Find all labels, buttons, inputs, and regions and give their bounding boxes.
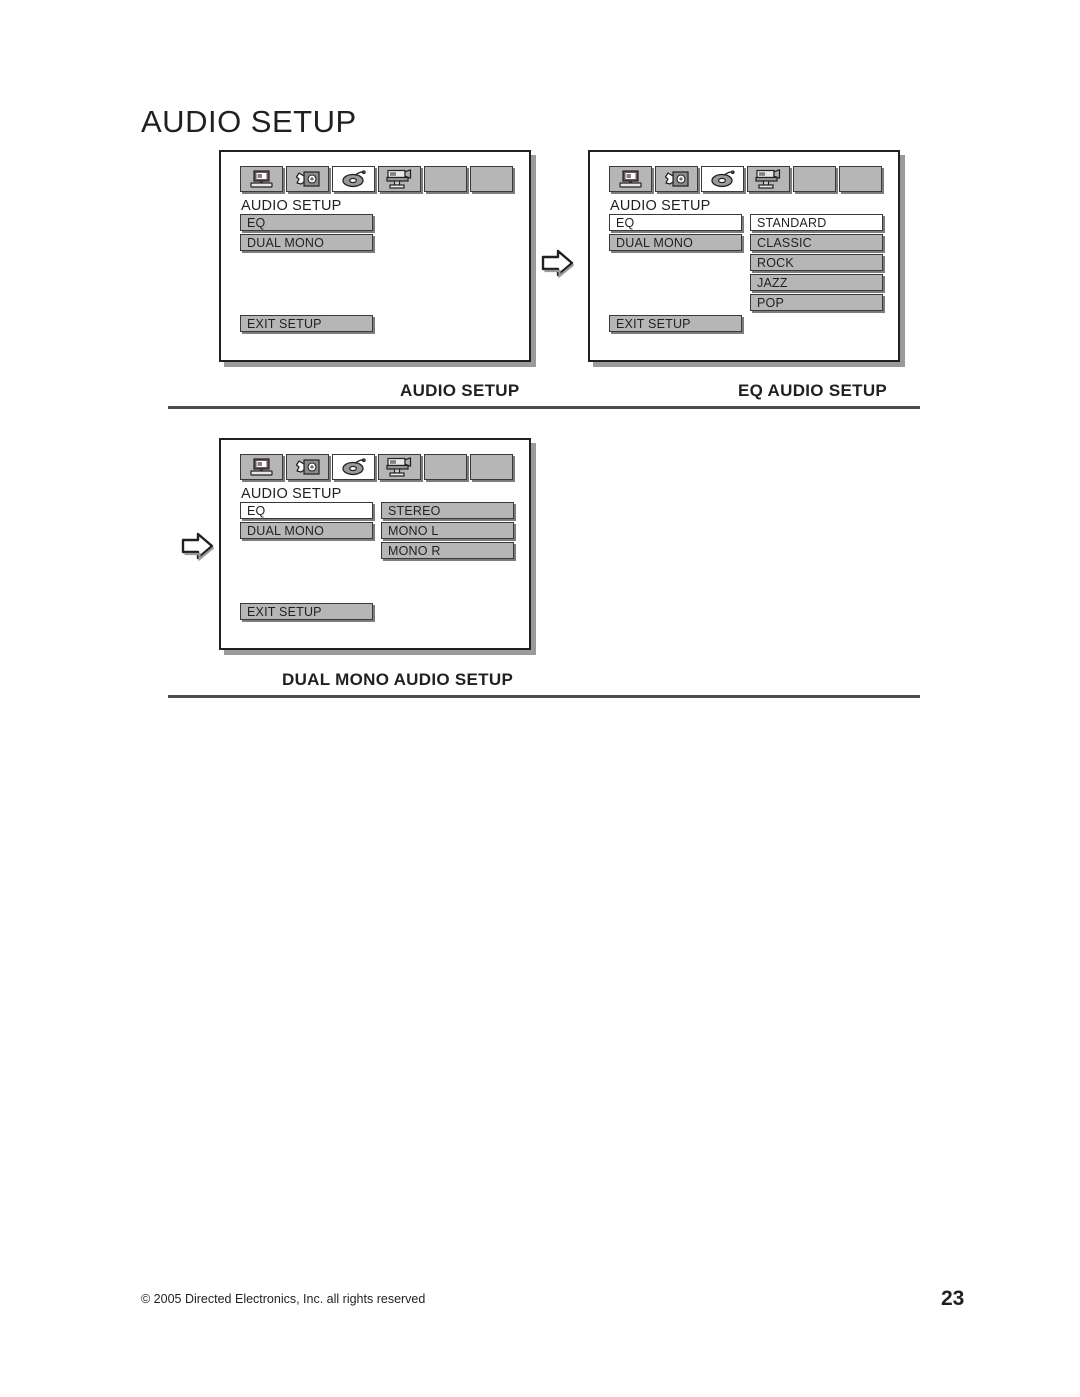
tab-audio-setup[interactable]: [286, 166, 329, 192]
menu-item-classic[interactable]: CLASSIC: [750, 234, 883, 251]
osd-heading: AUDIO SETUP: [241, 486, 342, 502]
caption-eq-audio-setup: EQ AUDIO SETUP: [738, 381, 888, 400]
tab-blank-2[interactable]: [839, 166, 882, 192]
section-divider-2: [168, 695, 920, 698]
caption-dual-mono-audio-setup: DUAL MONO AUDIO SETUP: [282, 670, 514, 689]
monitor-icon: [249, 170, 274, 188]
menu-item-mono-l[interactable]: MONO L: [381, 522, 514, 539]
caption-audio-setup: AUDIO SETUP: [400, 381, 520, 400]
osd-panel-eq-audio-setup: AUDIO SETUP EQ DUAL MONO STANDARD CLASSI…: [588, 150, 900, 362]
menu-item-pop[interactable]: POP: [750, 294, 883, 311]
tab-disc-setup[interactable]: [332, 454, 375, 480]
tab-blank-1[interactable]: [424, 454, 467, 480]
tab-disc-setup[interactable]: [332, 166, 375, 192]
osd-tab-bar: [609, 166, 882, 192]
speaker-icon: [664, 170, 690, 188]
tab-blank-2[interactable]: [470, 454, 513, 480]
menu-item-eq[interactable]: EQ: [240, 214, 373, 231]
menu-item-stereo[interactable]: STEREO: [381, 502, 514, 519]
speaker-icon: [295, 458, 321, 476]
flow-arrow-to-dual-mono: [178, 528, 218, 564]
tab-blank-1[interactable]: [424, 166, 467, 192]
exit-setup-button[interactable]: EXIT SETUP: [240, 315, 373, 332]
menu-column-primary: EQ DUAL MONO: [240, 502, 373, 542]
speaker-icon: [295, 170, 321, 188]
camcorder-icon: [754, 169, 783, 189]
page-number: 23: [941, 1287, 965, 1310]
camcorder-icon: [385, 169, 414, 189]
exit-setup-button[interactable]: EXIT SETUP: [609, 315, 742, 332]
menu-column-primary: EQ DUAL MONO: [240, 214, 373, 254]
tab-video-setup[interactable]: [378, 166, 421, 192]
monitor-icon: [618, 170, 643, 188]
exit-setup-button[interactable]: EXIT SETUP: [240, 603, 373, 620]
disc-icon: [341, 170, 367, 188]
menu-item-rock[interactable]: ROCK: [750, 254, 883, 271]
tab-audio-setup[interactable]: [286, 454, 329, 480]
camcorder-icon: [385, 457, 414, 477]
menu-item-standard[interactable]: STANDARD: [750, 214, 883, 231]
tab-video-setup[interactable]: [378, 454, 421, 480]
tab-general-setup[interactable]: [240, 166, 283, 192]
menu-item-jazz[interactable]: JAZZ: [750, 274, 883, 291]
osd-tab-bar: [240, 454, 513, 480]
menu-item-dual-mono[interactable]: DUAL MONO: [240, 522, 373, 539]
tab-disc-setup[interactable]: [701, 166, 744, 192]
footer-copyright: © 2005 Directed Electronics, Inc. all ri…: [141, 1292, 426, 1306]
tab-audio-setup[interactable]: [655, 166, 698, 192]
menu-column-dual-mono-options: STEREO MONO L MONO R: [381, 502, 514, 562]
monitor-icon: [249, 458, 274, 476]
menu-item-dual-mono[interactable]: DUAL MONO: [609, 234, 742, 251]
menu-item-eq[interactable]: EQ: [240, 502, 373, 519]
tab-video-setup[interactable]: [747, 166, 790, 192]
osd-heading: AUDIO SETUP: [610, 198, 711, 214]
tab-general-setup[interactable]: [240, 454, 283, 480]
menu-item-mono-r[interactable]: MONO R: [381, 542, 514, 559]
osd-heading: AUDIO SETUP: [241, 198, 342, 214]
tab-blank-1[interactable]: [793, 166, 836, 192]
osd-panel-audio-setup: AUDIO SETUP EQ DUAL MONO EXIT SETUP: [219, 150, 531, 362]
osd-panel-dual-mono-audio-setup: AUDIO SETUP EQ DUAL MONO STEREO MONO L M…: [219, 438, 531, 650]
menu-item-eq[interactable]: EQ: [609, 214, 742, 231]
menu-column-eq-options: STANDARD CLASSIC ROCK JAZZ POP: [750, 214, 883, 314]
section-divider-1: [168, 406, 920, 409]
flow-arrow-to-eq: [538, 245, 578, 281]
menu-column-primary: EQ DUAL MONO: [609, 214, 742, 254]
disc-icon: [710, 170, 736, 188]
tab-blank-2[interactable]: [470, 166, 513, 192]
menu-item-dual-mono[interactable]: DUAL MONO: [240, 234, 373, 251]
disc-icon: [341, 458, 367, 476]
page-title: AUDIO SETUP: [141, 104, 357, 139]
osd-tab-bar: [240, 166, 513, 192]
tab-general-setup[interactable]: [609, 166, 652, 192]
